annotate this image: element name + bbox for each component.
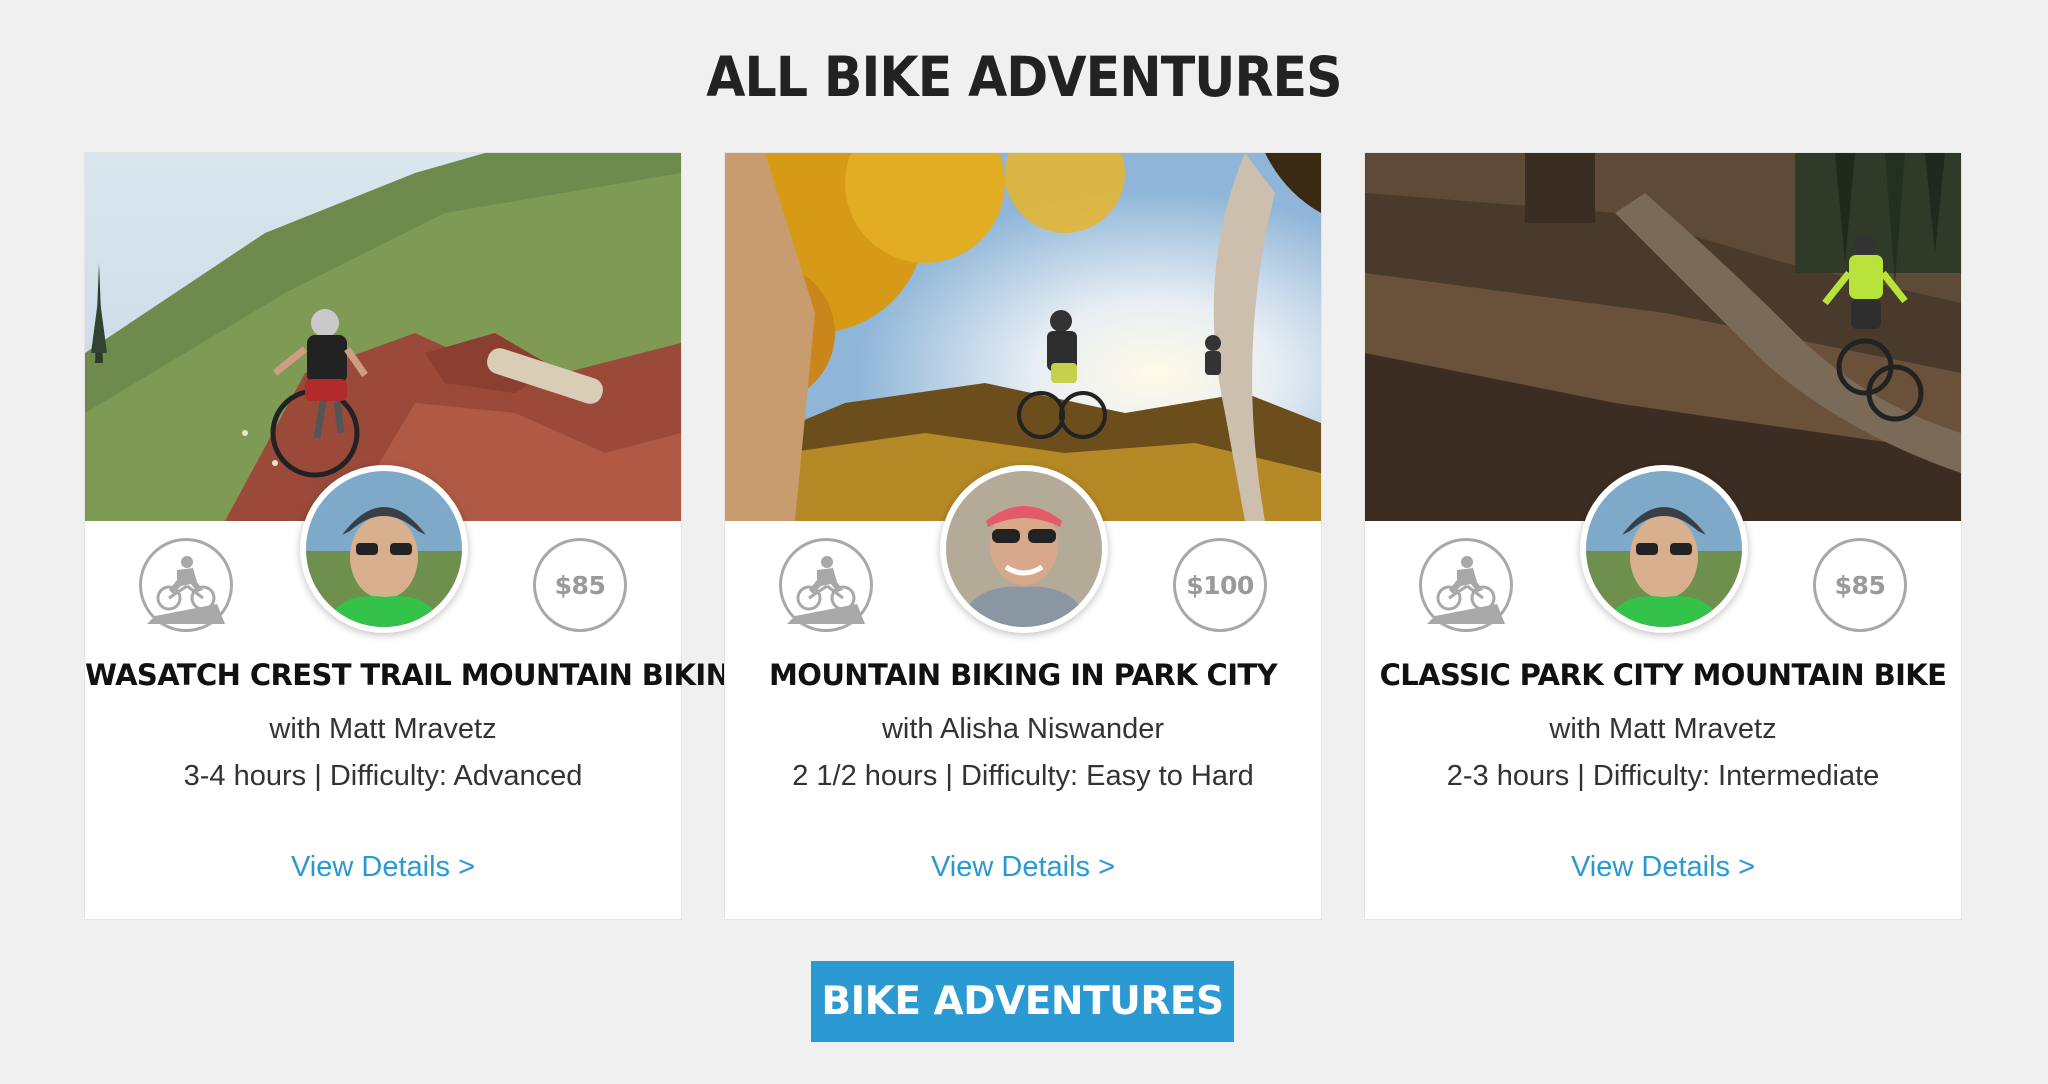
meta-divider: | [945,760,961,792]
adventure-meta: 3-4 hours | Difficulty: Advanced [85,756,681,796]
duration: 2 1/2 hours [792,760,938,792]
guide-avatar[interactable] [940,465,1108,633]
mountain-bike-icon [787,556,865,624]
difficulty: Difficulty: Easy to Hard [960,760,1254,792]
activity-badge [779,538,873,632]
guide-avatar[interactable] [300,465,468,633]
price-label: $85 [554,570,606,600]
guide-avatar[interactable] [1580,465,1748,633]
view-details-link[interactable]: View Details > [1365,847,1961,887]
adventure-card[interactable]: $85 CLASSIC PARK CITY MOUNTAIN BIKE with… [1364,152,1962,920]
price-badge: $85 [533,538,627,632]
adventure-title[interactable]: WASATCH CREST TRAIL MOUNTAIN BIKING [85,655,753,695]
price-label: $100 [1186,570,1254,600]
adventure-title[interactable]: CLASSIC PARK CITY MOUNTAIN BIKE [1365,655,1961,695]
view-details-link[interactable]: View Details > [85,847,681,887]
mountain-bike-icon [147,556,225,624]
page-title: ALL BIKE ADVENTURES [706,45,1342,109]
guide-name: with Matt Mravetz [269,713,497,745]
duration: 2-3 hours [1446,760,1570,792]
view-details-link[interactable]: View Details > [725,847,1321,887]
adventure-meta: 2 1/2 hours | Difficulty: Easy to Hard [725,756,1321,796]
activity-badge [139,538,233,632]
adventure-card[interactable]: $85 WASATCH CREST TRAIL MOUNTAIN BIKING … [84,152,753,920]
duration: 3-4 hours [183,760,307,792]
adventure-meta: 2-3 hours | Difficulty: Intermediate [1365,756,1961,796]
meta-divider: | [314,760,330,792]
meta-divider: | [1577,760,1593,792]
guide-name: with Matt Mravetz [1549,713,1777,745]
price-badge: $100 [1173,538,1267,632]
bike-adventures-button[interactable]: BIKE ADVENTURES [811,961,1234,1042]
difficulty: Difficulty: Advanced [329,760,583,792]
adventure-cards: $85 WASATCH CREST TRAIL MOUNTAIN BIKING … [84,152,1964,920]
mountain-bike-icon [1427,556,1505,624]
price-badge: $85 [1813,538,1907,632]
activity-badge [1419,538,1513,632]
adventure-card[interactable]: $100 MOUNTAIN BIKING IN PARK CITY with A… [724,152,1322,920]
guide-name: with Alisha Niswander [881,713,1165,745]
adventure-title[interactable]: MOUNTAIN BIKING IN PARK CITY [725,655,1321,695]
price-label: $85 [1834,570,1886,600]
difficulty: Difficulty: Intermediate [1592,760,1880,792]
